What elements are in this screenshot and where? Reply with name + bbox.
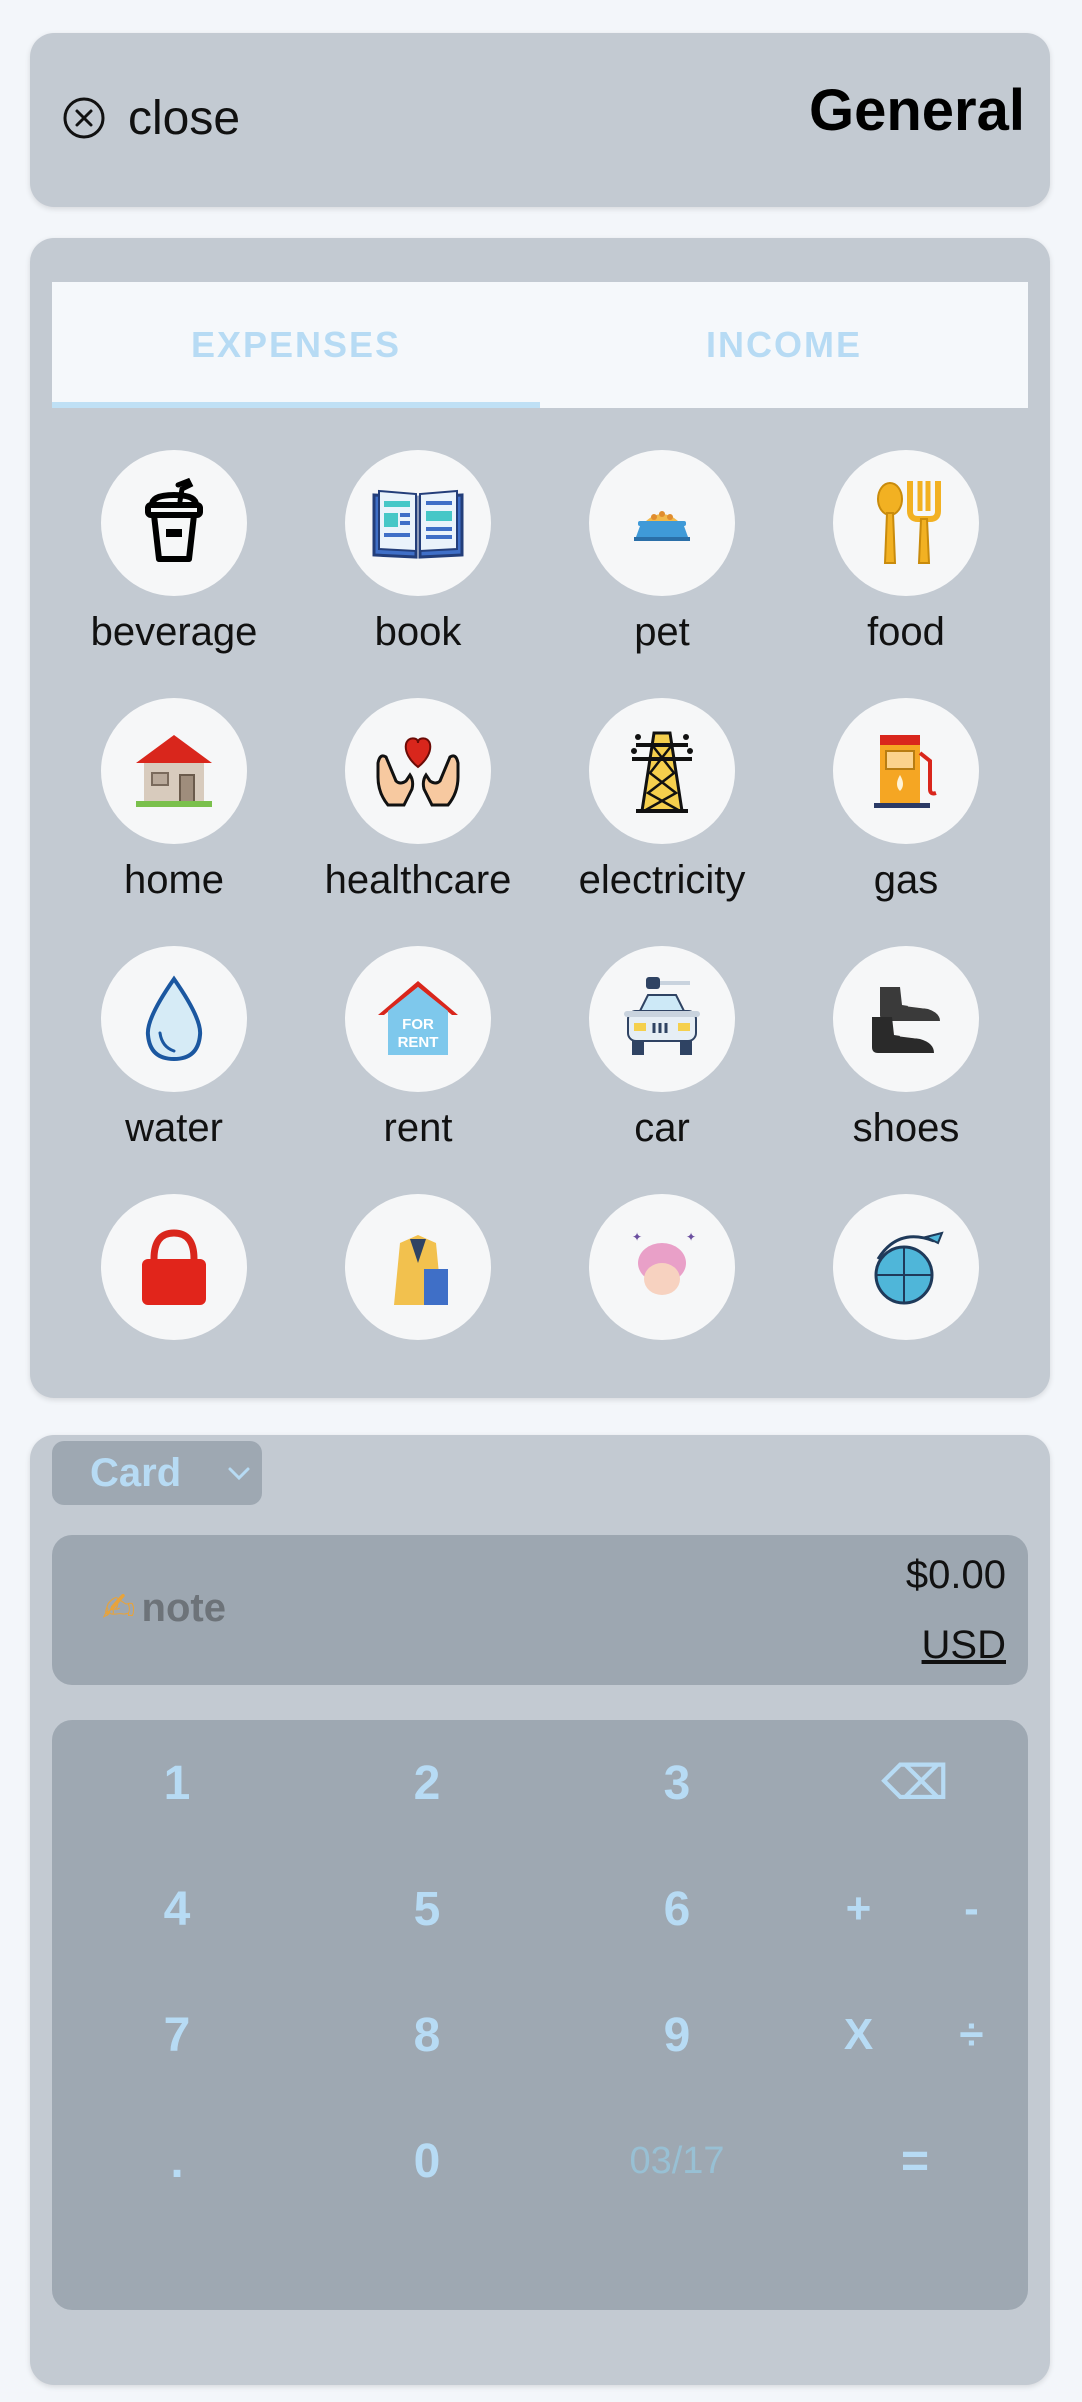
decimal-key[interactable]: . <box>52 2098 302 2224</box>
divide-key[interactable]: ÷ <box>915 1972 1028 2098</box>
key-6[interactable]: 6 <box>552 1846 802 1972</box>
backspace-key[interactable]: ⌫ <box>802 1720 1028 1846</box>
category-label: beverage <box>90 610 258 654</box>
amount-display: $0.00 <box>905 1553 1006 1597</box>
key-4[interactable]: 4 <box>52 1846 302 1972</box>
shoes-icon <box>872 987 940 1053</box>
plus-key[interactable]: + <box>802 1846 915 1972</box>
category-label: electricity <box>578 858 746 902</box>
rent-sign-line1: FOR <box>402 1016 434 1033</box>
tab-expenses[interactable]: EXPENSES <box>52 282 540 408</box>
key-1[interactable]: 1 <box>52 1720 302 1846</box>
close-label: close <box>128 91 241 145</box>
electricity-tower-icon <box>631 731 693 813</box>
category-label: rent <box>383 1106 453 1150</box>
tab-bar: EXPENSES INCOME <box>52 282 1028 408</box>
category-label: shoes <box>852 1106 960 1150</box>
currency-selector[interactable]: USD <box>922 1623 1006 1668</box>
category-shoes[interactable]: shoes <box>784 946 1028 1156</box>
calculator-card: Card ✍ note $0.00 USD 1 2 3 ⌫ 4 5 6 + - … <box>30 1435 1050 2385</box>
category-label: gas <box>873 858 939 902</box>
minus-key[interactable]: - <box>915 1846 1028 1972</box>
category-book[interactable]: book <box>296 450 540 660</box>
food-utensils-icon <box>877 481 941 564</box>
header-card: close General <box>30 33 1050 207</box>
key-8[interactable]: 8 <box>302 1972 552 2098</box>
close-button[interactable]: close <box>62 85 240 151</box>
category-grid: beverage book pet food home healthcare e… <box>52 450 1028 1398</box>
date-key[interactable]: 03/17 <box>552 2098 802 2224</box>
key-3[interactable]: 3 <box>552 1720 802 1846</box>
water-drop-icon <box>145 975 203 1062</box>
category-label: home <box>123 858 225 902</box>
gas-pump-icon <box>874 735 937 808</box>
car-icon <box>624 977 700 1055</box>
bag-icon <box>142 1229 206 1305</box>
category-label: food <box>867 610 945 654</box>
key-5[interactable]: 5 <box>302 1846 552 1972</box>
pet-bowl-icon <box>634 511 690 541</box>
category-clothes[interactable] <box>296 1194 540 1398</box>
category-label: book <box>374 610 462 654</box>
account-dropdown[interactable]: Card <box>52 1441 262 1505</box>
clothes-icon <box>394 1235 448 1305</box>
category-beverage[interactable]: beverage <box>52 450 296 660</box>
chevron-down-icon <box>228 1467 250 1481</box>
close-circle-icon <box>63 97 105 139</box>
category-label: pet <box>634 610 690 654</box>
beauty-icon: ✦ ✦ <box>632 1230 696 1295</box>
writing-hand-icon: ✍ <box>102 1586 136 1630</box>
rent-house-icon: FOR RENT <box>378 981 458 1055</box>
category-rent[interactable]: FOR RENT rent <box>296 946 540 1156</box>
svg-text:✦: ✦ <box>686 1230 696 1244</box>
category-gas[interactable]: gas <box>784 698 1028 908</box>
page-title: General <box>809 78 1025 143</box>
category-water[interactable]: water <box>52 946 296 1156</box>
key-2[interactable]: 2 <box>302 1720 552 1846</box>
key-7[interactable]: 7 <box>52 1972 302 2098</box>
equals-key[interactable]: = <box>802 2098 1028 2224</box>
category-label: water <box>125 1106 223 1150</box>
note-placeholder: note <box>141 1585 226 1630</box>
travel-icon <box>874 1231 944 1305</box>
keypad: 1 2 3 ⌫ 4 5 6 + - 7 8 9 X ÷ . 0 03/17 = <box>52 1720 1028 2310</box>
category-bag[interactable] <box>52 1194 296 1398</box>
multiply-key[interactable]: X <box>802 1972 915 2098</box>
category-travel[interactable] <box>784 1194 1028 1398</box>
category-pet[interactable]: pet <box>540 450 784 660</box>
category-label: car <box>634 1106 690 1150</box>
home-icon <box>136 735 212 807</box>
category-home[interactable]: home <box>52 698 296 908</box>
category-label: healthcare <box>324 858 512 902</box>
beverage-icon <box>145 477 203 562</box>
healthcare-heart-hands-icon <box>376 737 460 807</box>
category-car[interactable]: car <box>540 946 784 1156</box>
category-healthcare[interactable]: healthcare <box>296 698 540 908</box>
category-beauty[interactable]: ✦ ✦ <box>540 1194 784 1398</box>
category-food[interactable]: food <box>784 450 1028 660</box>
note-input[interactable]: ✍ note <box>102 1585 226 1631</box>
tab-income[interactable]: INCOME <box>540 282 1028 408</box>
key-0[interactable]: 0 <box>302 2098 552 2224</box>
book-icon <box>372 489 464 559</box>
svg-text:✦: ✦ <box>632 1230 642 1244</box>
key-9[interactable]: 9 <box>552 1972 802 2098</box>
entry-panel: ✍ note $0.00 USD <box>52 1535 1028 1685</box>
account-selected: Card <box>90 1450 182 1495</box>
category-electricity[interactable]: electricity <box>540 698 784 908</box>
category-card: EXPENSES INCOME beverage book pet food h… <box>30 238 1050 1398</box>
rent-sign-line2: RENT <box>398 1034 439 1051</box>
